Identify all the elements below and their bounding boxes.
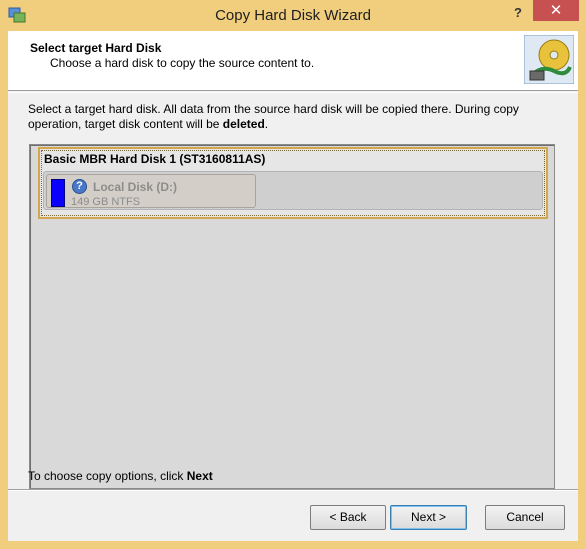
disk-name: Basic MBR Hard Disk 1 (ST3160811AS) [44,152,266,166]
window-title: Copy Hard Disk Wizard [215,7,371,24]
footer-hint-emphasis: Next [186,469,213,483]
footer-divider-highlight [8,490,578,491]
wizard-window: Copy Hard Disk Wizard ? ✕ Select target … [0,0,586,549]
instruction-suffix: . [264,117,269,131]
wizard-header: Select target Hard Disk Choose a hard di… [8,31,578,91]
disk-list: Basic MBR Hard Disk 1 (ST3160811AS) ? Lo… [29,144,555,489]
next-button[interactable]: Next > [390,505,467,530]
title-bar: Copy Hard Disk Wizard ? ✕ [0,0,586,31]
disk-copy-logo-icon [524,35,574,84]
page-subtitle: Choose a hard disk to copy the source co… [50,56,315,70]
partition-usage-bar [51,179,65,207]
instruction-body: Select a target hard disk. All data from… [28,102,519,131]
page-title: Select target Hard Disk [30,41,162,55]
partition-track: ? Local Disk (D:) 149 GB NTFS [43,171,543,210]
wizard-client-area: Select target Hard Disk Choose a hard di… [8,31,578,541]
partition-details: 149 GB NTFS [71,196,141,208]
footer-hint-text: To choose copy options, click [28,469,187,483]
header-divider [8,92,578,93]
back-button[interactable]: < Back [310,505,386,530]
partition-item[interactable]: ? Local Disk (D:) 149 GB NTFS [46,174,256,208]
instruction-emphasis: deleted [222,117,265,131]
instruction-text: Select a target hard disk. All data from… [28,102,558,132]
partition-label: Local Disk (D:) [93,180,178,194]
help-button[interactable]: ? [505,3,531,23]
cancel-button[interactable]: Cancel [485,505,565,530]
disk-row[interactable]: Basic MBR Hard Disk 1 (ST3160811AS) ? Lo… [38,147,548,219]
footer-hint: To choose copy options, click Next [28,469,213,483]
close-button[interactable]: ✕ [533,0,579,21]
question-icon: ? [72,179,87,194]
